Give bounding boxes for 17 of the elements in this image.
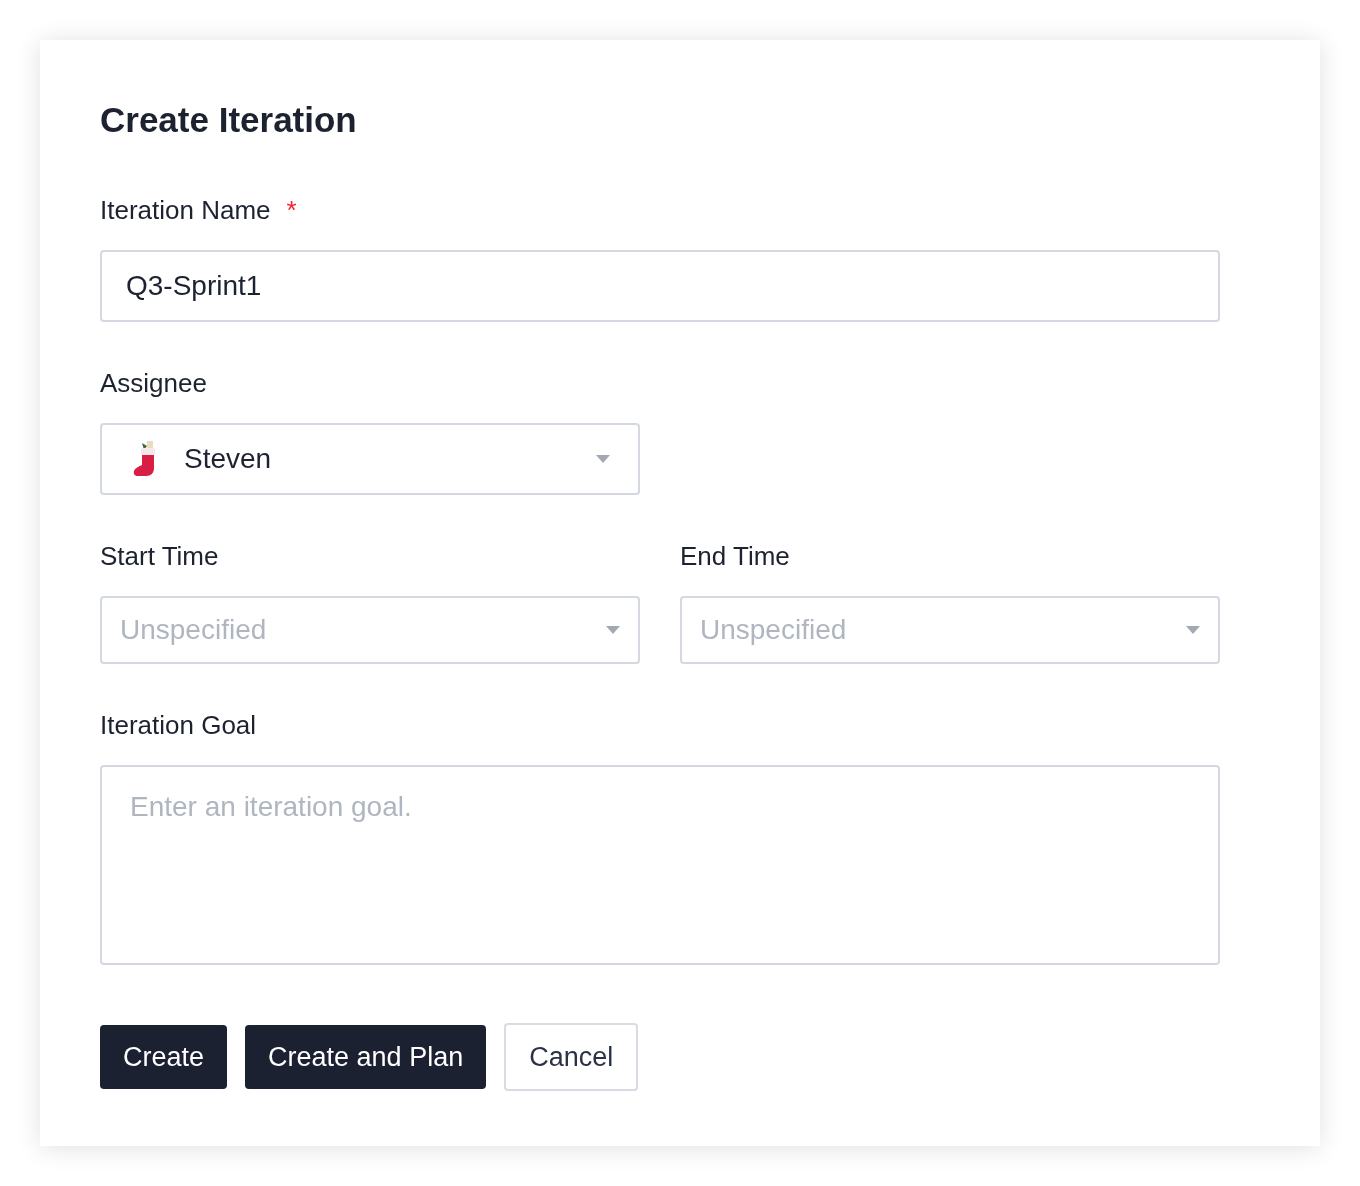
- field-label: Start Time: [100, 541, 219, 571]
- primary-button[interactable]: Create: [100, 1025, 228, 1089]
- stocking-icon: [132, 440, 158, 478]
- goal-textarea[interactable]: Enter an iteration goal.: [100, 765, 1220, 965]
- dialog-title: Create Iteration: [100, 102, 358, 138]
- field-label: Iteration Name: [100, 195, 271, 225]
- caret-icon: [596, 455, 610, 463]
- primary-button[interactable]: Create and Plan: [245, 1025, 487, 1089]
- cancel-button[interactable]: Cancel: [504, 1023, 639, 1091]
- caret-icon: [606, 626, 620, 634]
- required-mark: *: [286, 195, 297, 225]
- field-label: End Time: [680, 541, 790, 571]
- assignee-dropdown[interactable]: Steven: [100, 423, 640, 495]
- field-label: Iteration Goal: [100, 710, 257, 740]
- text-field[interactable]: Q3-Sprint1: [100, 250, 1220, 322]
- caret-icon: [1186, 626, 1200, 634]
- field-label: Assignee: [100, 368, 207, 398]
